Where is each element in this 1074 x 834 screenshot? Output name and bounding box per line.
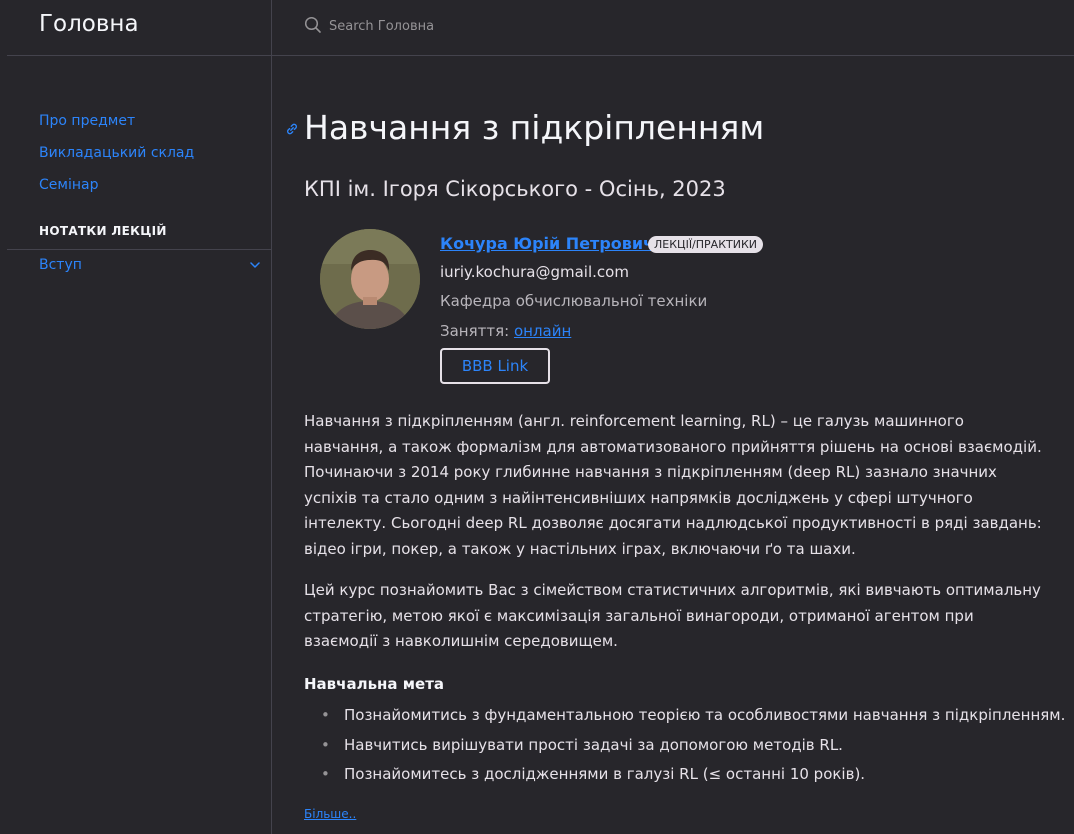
goals-heading: Навчальна мета — [304, 675, 445, 693]
goal-text: Познайомитись з фундаментальною теорією … — [344, 706, 1066, 724]
more-link[interactable]: Більше.. — [304, 807, 356, 821]
bullet-icon: • — [321, 765, 330, 783]
link-icon[interactable] — [284, 121, 300, 137]
header-divider — [272, 55, 1074, 56]
search-input[interactable] — [327, 13, 731, 39]
goal-text: Навчитись вирішувати прості задачі за до… — [344, 735, 843, 754]
avatar — [320, 229, 420, 329]
intro-paragraph: Навчання з підкріпленням (англ. reinforc… — [304, 412, 1042, 558]
sidebar-item-about[interactable]: Про предмет — [39, 112, 194, 144]
instructor-email: iuriy.kochura@gmail.com — [440, 263, 629, 281]
goals-list: • Познайомитись з фундаментальною теорією… — [304, 703, 1065, 792]
sessions-label: Заняття: — [440, 322, 510, 340]
sidebar-section-title: НОТАТКИ ЛЕКЦІЙ — [39, 224, 167, 238]
sidebar-divider — [7, 55, 271, 56]
instructor-department: Кафедра обчислювальної техніки — [440, 292, 708, 310]
course-paragraph: Цей курс познайомить Вас з сімейством ст… — [304, 581, 1041, 651]
page: Головна Про предмет Викладацький склад С… — [0, 0, 1074, 834]
sessions-online-link[interactable]: онлайн — [514, 322, 571, 340]
page-title: Навчання з підкріпленням — [304, 108, 765, 147]
instructor-sessions: Заняття: онлайн — [440, 322, 571, 340]
chevron-down-icon[interactable] — [248, 258, 262, 272]
page-subtitle: КПІ ім. Ігоря Сікорського - Осінь, 2023 — [304, 177, 726, 201]
bbb-link-button[interactable]: BBB Link — [440, 348, 550, 384]
sidebar: Головна Про предмет Викладацький склад С… — [7, 0, 272, 834]
bullet-icon: • — [321, 735, 330, 754]
sidebar-section-divider — [7, 249, 271, 250]
list-item: • Познайомитесь з дослідженнями в галузі … — [304, 762, 1065, 792]
sidebar-item-staff[interactable]: Викладацький склад — [39, 144, 194, 176]
site-title-link[interactable]: Головна — [39, 11, 139, 37]
instructor-photo — [320, 229, 420, 329]
list-item: • Навчитись вирішувати прості задачі за д… — [304, 733, 1065, 763]
sidebar-item-seminar[interactable]: Семінар — [39, 176, 194, 208]
list-item: • Познайомитись з фундаментальною теорією… — [304, 703, 1065, 733]
sidebar-item-intro[interactable]: Вступ — [39, 257, 265, 273]
role-badge: ЛЕКЦІЇ/ПРАКТИКИ — [648, 236, 763, 253]
bullet-icon: • — [321, 706, 330, 724]
goal-text: Познайомитесь з дослідженнями в галузі R… — [344, 765, 866, 783]
instructor-name-link[interactable]: Кочура Юрій Петрович — [440, 234, 654, 253]
search-icon — [304, 16, 321, 33]
sidebar-nav: Про предмет Викладацький склад Семінар — [39, 112, 194, 208]
